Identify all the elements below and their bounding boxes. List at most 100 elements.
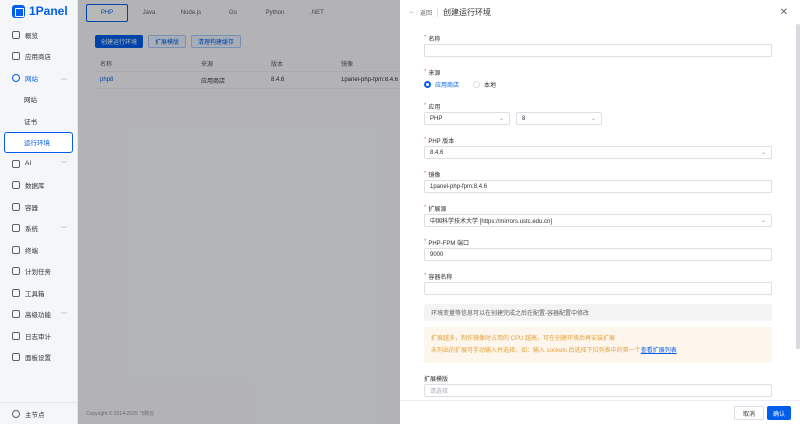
ext-source-select[interactable]: 中国科学技术大学 [https://mirrors.ustc.edu.cn] ⌄ [424, 214, 772, 227]
sidebar-item-terminal[interactable]: 终端 [0, 239, 77, 261]
grid-icon [12, 52, 20, 61]
required-mark: * [424, 273, 427, 279]
label-text: 来源 [428, 70, 441, 77]
node-switcher[interactable]: 主节点 [0, 402, 78, 424]
home-icon [12, 30, 20, 39]
image-field: * 镜像 1panel-php-fpm:8.4.6 [424, 168, 772, 193]
log-icon [12, 331, 20, 340]
select-placeholder: 请选择 [430, 389, 449, 395]
divider [437, 7, 439, 17]
sidebar-item-label: 高级功能 [25, 312, 51, 320]
warning-line-1: 扩展越多，制作镜像时占用的 CPU 越高，可在创建环境后再安装扩展 [431, 336, 616, 342]
label-text: PHP-FPM 端口 [428, 240, 470, 247]
sidebar-item-label: 证书 [24, 118, 37, 126]
sidebar-item-settings[interactable]: 面板设置 [0, 347, 77, 369]
confirm-button[interactable]: 确认 [766, 406, 791, 420]
field-label: * PHP 版本 [424, 134, 772, 146]
field-label: 扩展模版 [424, 376, 449, 383]
source-radio-appstore[interactable]: 应用商店 [424, 80, 459, 89]
chevron-down-icon: ﹀ [60, 312, 67, 319]
field-label: * 扩展源 [424, 202, 772, 214]
runtime-form: * 名称 * 来源 应用商店 本地 * 应用 PHP ⌄ 8 ⌄ * PHP 版本 8.4.… [424, 32, 772, 406]
port-input[interactable]: 9000 [424, 248, 772, 261]
database-icon [12, 181, 20, 190]
sidebar-item-container[interactable]: 容器 [0, 196, 77, 218]
ai-icon [12, 159, 20, 168]
sidebar-item-system[interactable]: 系统 ﹀ [0, 218, 77, 240]
sidebar-item-label: AI [25, 160, 32, 168]
app-select[interactable]: PHP ⌄ [424, 112, 510, 125]
container-name-input[interactable] [424, 282, 772, 295]
image-input[interactable]: 1panel-php-fpm:8.4.6 [424, 180, 772, 193]
chevron-down-icon: ⌄ [760, 218, 766, 224]
source-radio-local[interactable]: 本地 [473, 80, 496, 89]
container-icon [12, 202, 20, 211]
sidebar-item-toolbox[interactable]: 工具箱 [0, 282, 77, 304]
env-info-notice: 环境变量等信息可以在创建完成之后在配置-容器配置中修改 [424, 304, 772, 321]
label-text: 镜像 [428, 172, 441, 179]
radio-unchecked-icon [473, 81, 481, 88]
required-mark: * [424, 69, 427, 75]
sidebar-item-overview[interactable]: 概览 [0, 24, 77, 46]
sidebar-item-ai[interactable]: AI ﹀ [0, 153, 77, 175]
sidebar-item-label: 数据库 [25, 183, 45, 191]
container-name-field: * 容器名称 [424, 270, 772, 295]
sidebar-item-database[interactable]: 数据库 [0, 175, 77, 197]
gear-icon [12, 353, 20, 362]
field-label: * 来源 [424, 66, 772, 78]
sidebar-subitem-certificates[interactable]: 证书 [0, 110, 77, 132]
select-value: 中国科学技术大学 [https://mirrors.ustc.edu.cn] [430, 219, 553, 225]
port-field: * PHP-FPM 端口 9000 [424, 236, 772, 261]
cancel-button[interactable]: 取消 [733, 406, 764, 420]
back-link[interactable]: 返回 [420, 8, 432, 17]
sidebar: 1Panel 概览 应用商店 网站 ︿ 网站 证书 运行环境 AI ﹀ 数据库 容器… [0, 0, 78, 424]
sidebar-item-label: 系统 [25, 226, 38, 234]
globe-icon [12, 73, 20, 82]
radio-label: 应用商店 [435, 83, 460, 89]
required-mark: * [424, 137, 427, 143]
close-icon[interactable]: ✕ [780, 7, 788, 18]
required-mark: * [424, 35, 427, 41]
extension-warning: 扩展越多，制作镜像时占用的 CPU 越高，可在创建环境后再安装扩展 未列出的扩展… [424, 327, 772, 363]
drawer-header: ← 返回 创建运行环境 [400, 0, 800, 24]
field-label: * 应用 [424, 100, 772, 112]
terminal-icon [12, 245, 20, 254]
ext-source-field: * 扩展源 中国科学技术大学 [https://mirrors.ustc.edu.… [424, 202, 772, 227]
php-version-select[interactable]: 8.4.6 ⌄ [424, 146, 772, 159]
toolbox-icon [12, 288, 20, 297]
logo-text: 1Panel [29, 4, 68, 18]
source-radio-group: 应用商店 本地 [424, 78, 772, 91]
sidebar-item-website[interactable]: 网站 ︿ [0, 67, 77, 89]
label-text: 扩展源 [428, 206, 447, 213]
sidebar-item-label: 应用商店 [25, 54, 51, 62]
required-mark: * [424, 205, 427, 211]
crown-icon [12, 310, 20, 319]
drawer-footer: 取消 确认 [400, 400, 800, 424]
chevron-down-icon: ⌄ [498, 116, 504, 122]
app-version-select[interactable]: 8 ⌄ [516, 112, 602, 125]
back-arrow-icon[interactable]: ← [409, 9, 415, 15]
ext-template-field: 扩展模版 请选择 [424, 372, 772, 397]
field-label: * 容器名称 [424, 270, 772, 282]
name-input[interactable] [424, 44, 772, 57]
modal-overlay[interactable] [78, 0, 400, 424]
label-text: 应用 [428, 104, 441, 111]
ext-template-select[interactable]: 请选择 [424, 384, 772, 397]
field-label: * 名称 [424, 32, 772, 44]
field-label: * PHP-FPM 端口 [424, 236, 772, 248]
sidebar-subitem-websites[interactable]: 网站 [0, 89, 77, 111]
sidebar-item-advanced[interactable]: 高级功能 ﹀ [0, 304, 77, 326]
app-logo[interactable]: 1Panel [0, 0, 77, 22]
select-value: PHP [430, 115, 443, 122]
required-mark: * [424, 103, 427, 109]
warning-line-2: 未列出的扩展可手动输入并选择，如：输入 sockets 后选择下拉列表中的第一个… [431, 345, 765, 357]
view-extensions-link[interactable]: 查看扩展列表 [641, 348, 677, 354]
sidebar-item-app-store[interactable]: 应用商店 [0, 46, 77, 68]
sidebar-item-logs[interactable]: 日志审计 [0, 325, 77, 347]
chevron-down-icon: ﹀ [60, 162, 67, 169]
scrollbar[interactable] [796, 24, 800, 349]
sidebar-item-label: 容器 [25, 204, 38, 212]
sidebar-item-cronjob[interactable]: 计划任务 [0, 261, 77, 283]
sidebar-subitem-runtime[interactable]: 运行环境 [4, 131, 73, 153]
required-mark: * [424, 239, 427, 245]
